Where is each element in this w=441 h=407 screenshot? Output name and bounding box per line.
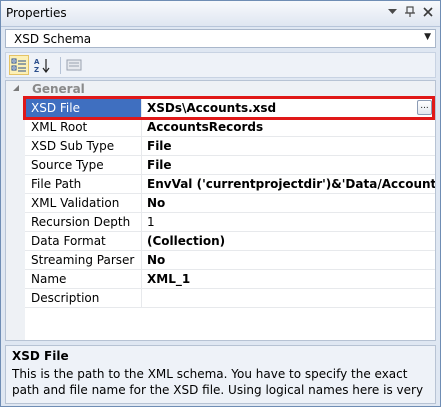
property-name: Data Format [25, 232, 142, 250]
category-label: General [32, 82, 85, 96]
property-row[interactable]: Source Type File [25, 156, 435, 175]
property-row[interactable]: XSD File XSDs\Accounts.xsd... [25, 99, 435, 118]
property-row[interactable]: Streaming Parser No [25, 251, 435, 270]
categorized-icon [11, 58, 26, 72]
svg-text:A: A [34, 58, 40, 66]
properties-window: Properties XSD Schema ▼ A Z General XSD … [0, 0, 441, 407]
property-value[interactable]: File [143, 156, 435, 174]
property-name: Streaming Parser [25, 251, 142, 269]
property-name: Recursion Depth [25, 213, 142, 231]
property-row[interactable]: Data Format (Collection) [25, 232, 435, 251]
property-row[interactable]: File Path EnvVal ('currentprojectdir')&'D… [25, 175, 435, 194]
categorized-button[interactable] [9, 55, 29, 75]
window-title: Properties [6, 6, 67, 20]
property-grid: General XSD File XSDs\Accounts.xsd... XML … [5, 80, 436, 341]
property-pages-icon [66, 59, 82, 71]
property-name: XSD File [25, 99, 142, 117]
property-value[interactable]: (Collection) [143, 232, 435, 250]
property-value[interactable]: EnvVal ('currentprojectdir')&'Data/Accou… [143, 175, 435, 193]
description-text: This is the path to the XML schema. You … [12, 367, 424, 400]
browse-button[interactable]: ... [417, 100, 432, 115]
property-value[interactable]: XML_1 [143, 270, 435, 288]
title-bar[interactable]: Properties [1, 1, 440, 27]
title-buttons [386, 5, 434, 19]
alphabetical-button[interactable]: A Z [33, 55, 53, 75]
property-value[interactable]: File [143, 137, 435, 155]
property-value[interactable] [143, 289, 435, 307]
property-name: Name [25, 270, 142, 288]
property-name: Description [25, 289, 142, 307]
category-row-general[interactable]: General [6, 81, 435, 98]
properties-toolbar: A Z [5, 52, 436, 78]
alphabetical-icon: A Z [34, 58, 50, 73]
grid-gutter [6, 81, 25, 340]
close-icon[interactable] [422, 5, 434, 19]
chevron-down-icon[interactable]: ▼ [424, 32, 431, 42]
toolbar-separator [60, 57, 61, 74]
dropdown-icon[interactable] [386, 5, 398, 19]
property-value[interactable]: XSDs\Accounts.xsd [143, 99, 435, 117]
property-name: XSD Sub Type [25, 137, 142, 155]
property-name: XML Root [25, 118, 142, 136]
svg-text:Z: Z [34, 66, 39, 73]
property-value[interactable]: No [143, 251, 435, 269]
property-row[interactable]: Description [25, 289, 435, 308]
property-name: File Path [25, 175, 142, 193]
property-row[interactable]: Name XML_1 [25, 270, 435, 289]
property-row[interactable]: XML Validation No [25, 194, 435, 213]
description-title: XSD File [12, 349, 69, 363]
collapse-triangle-icon[interactable] [13, 85, 19, 91]
property-row[interactable]: Recursion Depth 1 [25, 213, 435, 232]
property-value[interactable]: AccountsRecords [143, 118, 435, 136]
property-value[interactable]: 1 [143, 213, 435, 231]
property-pages-button[interactable] [64, 55, 84, 75]
pin-icon[interactable] [404, 5, 416, 19]
property-row[interactable]: XSD Sub Type File [25, 137, 435, 156]
object-selector[interactable]: XSD Schema ▼ [5, 29, 436, 48]
object-selector-value: XSD Schema [14, 32, 92, 46]
property-row[interactable]: XML Root AccountsRecords [25, 118, 435, 137]
property-name: XML Validation [25, 194, 142, 212]
property-value[interactable]: No [143, 194, 435, 212]
description-panel: XSD File This is the path to the XML sch… [5, 345, 436, 404]
property-name: Source Type [25, 156, 142, 174]
